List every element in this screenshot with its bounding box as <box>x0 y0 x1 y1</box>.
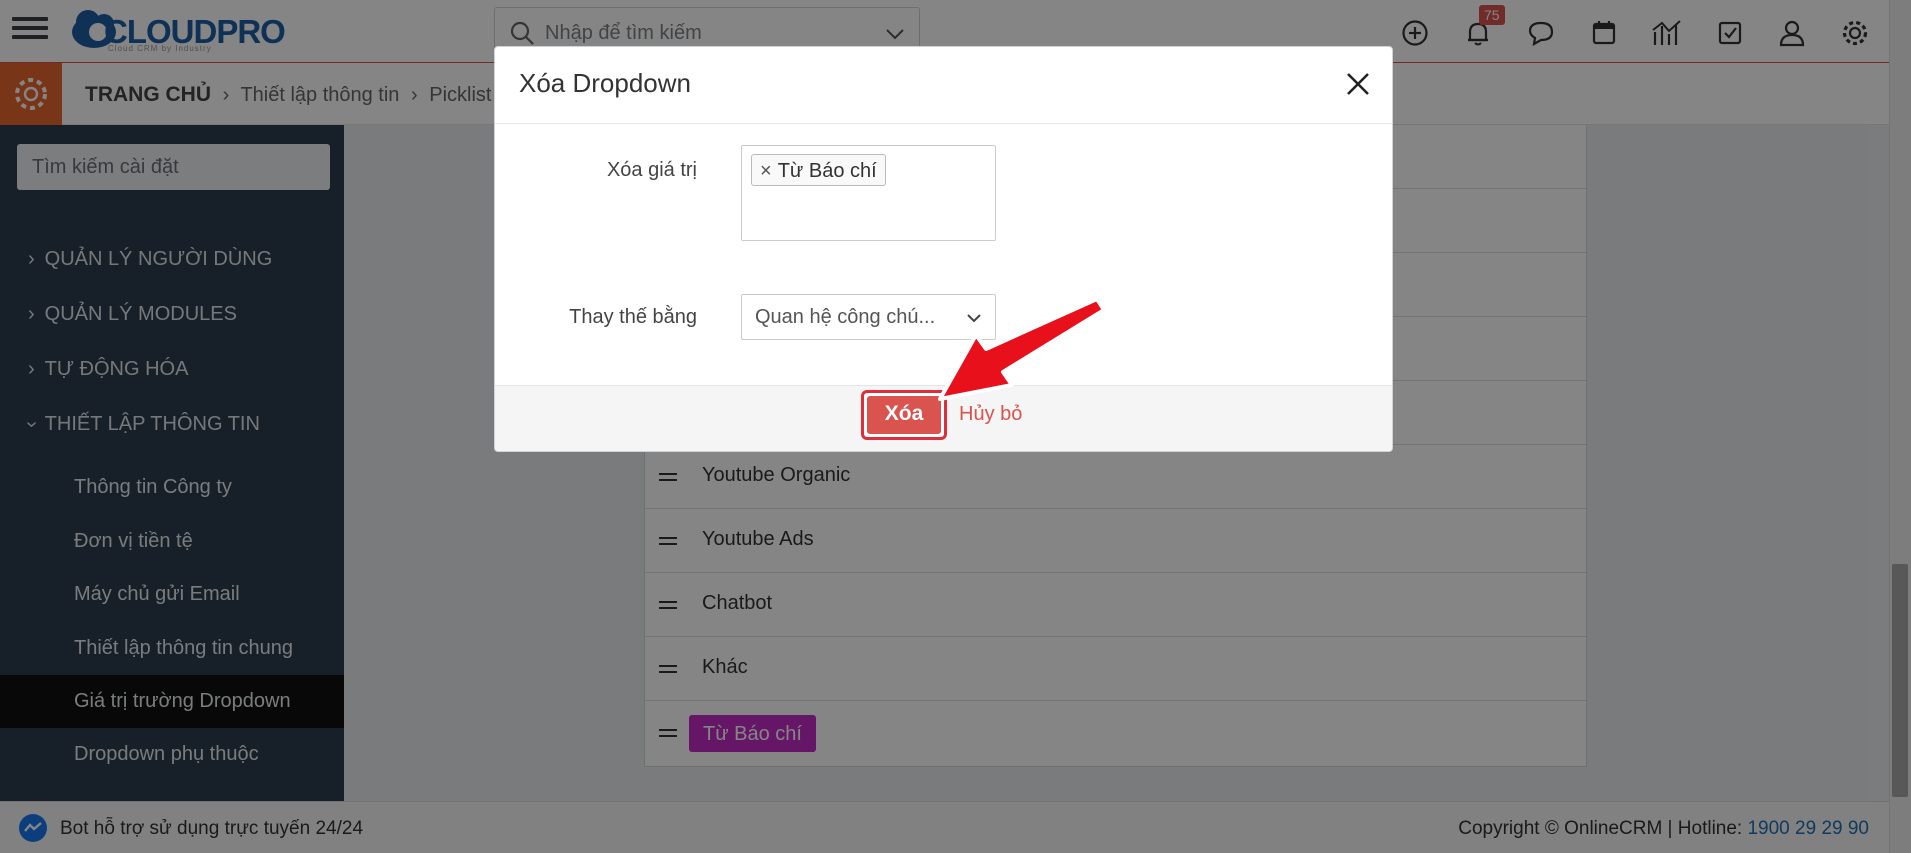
dialog-title: Xóa Dropdown <box>519 68 691 98</box>
divider <box>495 123 1392 124</box>
delete-dropdown-dialog: Xóa Dropdown Xóa giá trị × Từ Báo chí Tha… <box>494 46 1393 452</box>
delete-button-highlight: Xóa <box>861 390 947 440</box>
replace-with-label: Thay thế bằng <box>569 306 697 328</box>
close-icon[interactable] <box>1343 69 1373 99</box>
replace-with-select[interactable]: Quan hệ công chú... <box>741 294 996 340</box>
selected-value-chip: × Từ Báo chí <box>751 154 886 186</box>
chip-label: Từ Báo chí <box>777 160 877 182</box>
cancel-link[interactable]: Hủy bỏ <box>959 403 1022 426</box>
delete-value-label: Xóa giá trị <box>606 159 697 181</box>
select-value: Quan hệ công chú... <box>755 306 936 328</box>
dialog-footer: Xóa Hủy bỏ <box>495 385 1392 451</box>
chevron-down-icon <box>967 314 981 323</box>
delete-button[interactable]: Xóa <box>867 396 941 434</box>
delete-value-multiselect[interactable]: × Từ Báo chí <box>741 145 996 241</box>
remove-chip-icon[interactable]: × <box>760 160 772 182</box>
